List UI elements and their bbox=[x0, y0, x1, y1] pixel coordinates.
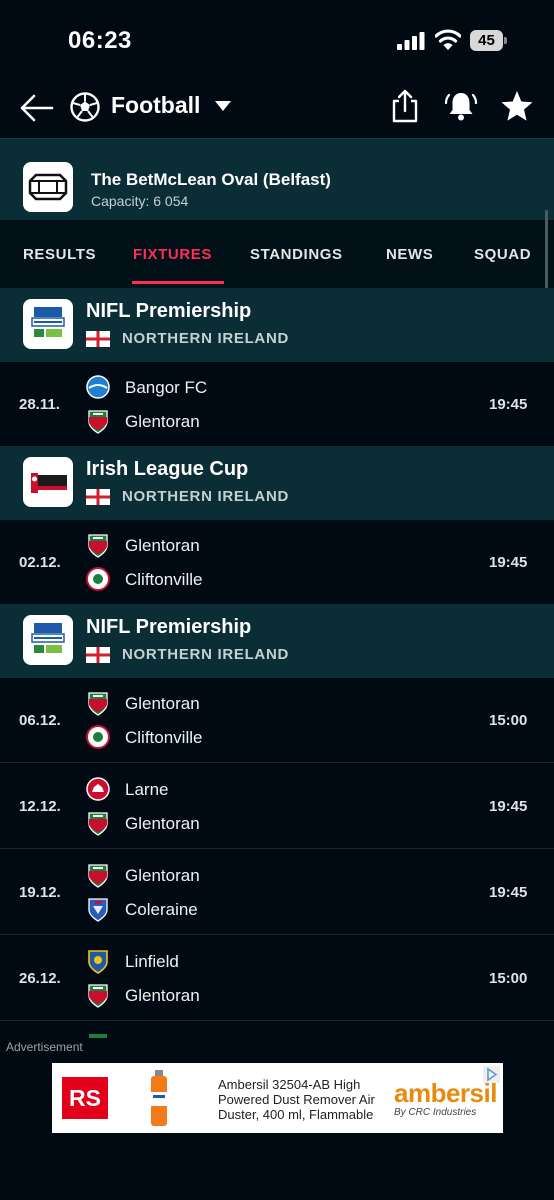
coleraine-crest-icon bbox=[88, 898, 108, 922]
tab-standings[interactable]: STANDINGS bbox=[250, 246, 343, 263]
country-name: NORTHERN IRELAND bbox=[122, 330, 290, 347]
away-team: Cliftonville bbox=[125, 728, 203, 747]
match-time: 19:45 bbox=[489, 554, 528, 571]
home-team: Bangor FC bbox=[125, 378, 208, 397]
match-row[interactable]: 19.12. Glentoran Coleraine 19:45 bbox=[0, 850, 554, 935]
match-date: 19.12. bbox=[19, 884, 61, 901]
glentoran-crest-icon bbox=[88, 692, 108, 716]
league-header[interactable]: Irish League Cup NORTHERN IRELAND bbox=[0, 446, 554, 520]
ad-brand-name: ambersil bbox=[394, 1078, 497, 1108]
premiership-logo-icon bbox=[23, 299, 73, 349]
spray-can-icon bbox=[151, 1070, 167, 1126]
away-team: Cliftonville bbox=[125, 570, 203, 589]
match-row[interactable]: 28.11. Bangor FC Glentoran 19:45 bbox=[0, 362, 554, 447]
glentoran-crest-icon bbox=[88, 864, 108, 888]
northern-ireland-flag-icon bbox=[86, 647, 110, 663]
battery-level: 45 bbox=[470, 30, 503, 51]
league-name[interactable]: NIFL Premiership bbox=[86, 300, 251, 323]
football-icon[interactable] bbox=[70, 92, 100, 122]
match-date: 28.11. bbox=[19, 396, 60, 413]
ad-rs-logo: RS bbox=[62, 1077, 108, 1119]
match-time: 19:45 bbox=[489, 798, 528, 815]
tab-bar: RESULTS FIXTURES STANDINGS NEWS SQUAD bbox=[0, 220, 554, 288]
status-bar: 06:23 45 bbox=[0, 0, 554, 80]
share-icon[interactable] bbox=[390, 89, 420, 123]
ad-banner[interactable]: RS Ambersil 32504-AB High Powered Dust R… bbox=[52, 1063, 503, 1133]
northern-ireland-flag-icon bbox=[86, 489, 110, 505]
battery-icon: 45 bbox=[470, 30, 507, 51]
northern-ireland-flag-icon bbox=[86, 331, 110, 347]
match-row[interactable]: 26.12. Linfield Glentoran 15:00 bbox=[0, 936, 554, 1021]
active-tab-indicator bbox=[132, 281, 224, 284]
cellular-signal-icon bbox=[397, 32, 425, 50]
away-team: Coleraine bbox=[125, 900, 198, 919]
ad-area: Advertisement RS Ambersil 32504-AB High … bbox=[0, 1038, 554, 1200]
match-date: 02.12. bbox=[19, 554, 61, 571]
match-row[interactable]: 06.12. Glentoran Cliftonville 15:00 bbox=[0, 678, 554, 763]
bangor-crest-icon bbox=[86, 375, 110, 399]
cliftonville-crest-icon bbox=[86, 725, 110, 749]
app-bar: Football bbox=[0, 80, 554, 138]
glentoran-crest-icon bbox=[88, 534, 108, 558]
match-row[interactable]: 12.12. Larne Glentoran 19:45 bbox=[0, 764, 554, 849]
home-team: Linfield bbox=[125, 952, 179, 971]
country-name: NORTHERN IRELAND bbox=[122, 488, 290, 505]
wifi-icon bbox=[435, 29, 461, 50]
sport-title[interactable]: Football bbox=[111, 92, 200, 119]
cliftonville-crest-icon bbox=[86, 567, 110, 591]
country-name: NORTHERN IRELAND bbox=[122, 646, 290, 663]
back-arrow-icon[interactable] bbox=[18, 90, 56, 126]
caret-down-icon[interactable] bbox=[214, 100, 232, 112]
venue-name: The BetMcLean Oval (Belfast) bbox=[91, 170, 331, 189]
home-team: Glentoran bbox=[125, 866, 200, 885]
match-row[interactable]: 02.12. Glentoran Cliftonville 19:45 bbox=[0, 520, 554, 605]
bell-icon[interactable] bbox=[444, 89, 478, 123]
tab-news[interactable]: NEWS bbox=[386, 246, 433, 263]
away-team: Glentoran bbox=[125, 814, 200, 833]
header-divider bbox=[0, 138, 554, 152]
ad-choices-icon[interactable] bbox=[483, 1066, 500, 1083]
league-header[interactable]: NIFL Premiership NORTHERN IRELAND bbox=[0, 288, 554, 362]
tab-results[interactable]: RESULTS bbox=[23, 246, 96, 263]
match-time: 19:45 bbox=[489, 396, 528, 413]
ad-label: Advertisement bbox=[6, 1040, 83, 1054]
star-icon[interactable] bbox=[500, 90, 534, 122]
glentoran-crest-icon bbox=[88, 984, 108, 1008]
match-date: 12.12. bbox=[19, 798, 61, 815]
status-time: 06:23 bbox=[68, 27, 132, 54]
tab-fixtures[interactable]: FIXTURES bbox=[133, 246, 212, 263]
home-team: Larne bbox=[125, 780, 169, 799]
away-team: Glentoran bbox=[125, 986, 200, 1005]
match-time: 19:45 bbox=[489, 884, 528, 901]
league-header[interactable]: NIFL Premiership NORTHERN IRELAND bbox=[0, 604, 554, 678]
glentoran-crest-icon bbox=[88, 410, 108, 434]
home-team: Glentoran bbox=[125, 694, 200, 713]
ad-product-text: Ambersil 32504-AB High Powered Dust Remo… bbox=[218, 1077, 375, 1122]
away-team: Glentoran bbox=[125, 412, 200, 431]
larne-crest-icon bbox=[86, 777, 110, 801]
match-time: 15:00 bbox=[489, 970, 528, 987]
tab-squad[interactable]: SQUAD bbox=[474, 246, 531, 263]
venue-card: The BetMcLean Oval (Belfast) Capacity: 6… bbox=[0, 152, 554, 220]
match-row-partial[interactable] bbox=[0, 1022, 554, 1038]
home-team: Glentoran bbox=[125, 536, 200, 555]
linfield-crest-icon bbox=[88, 950, 108, 974]
match-time: 15:00 bbox=[489, 712, 528, 729]
league-cup-logo-icon bbox=[23, 457, 73, 507]
premiership-logo-icon bbox=[23, 615, 73, 665]
league-name[interactable]: Irish League Cup bbox=[86, 458, 248, 481]
match-date: 06.12. bbox=[19, 712, 61, 729]
glentoran-crest-icon bbox=[88, 812, 108, 836]
venue-capacity: Capacity: 6 054 bbox=[91, 193, 189, 209]
league-name[interactable]: NIFL Premiership bbox=[86, 616, 251, 639]
ad-brand-sub: By CRC Industries bbox=[394, 1107, 477, 1118]
match-date: 26.12. bbox=[19, 970, 61, 987]
stadium-icon bbox=[23, 162, 73, 212]
